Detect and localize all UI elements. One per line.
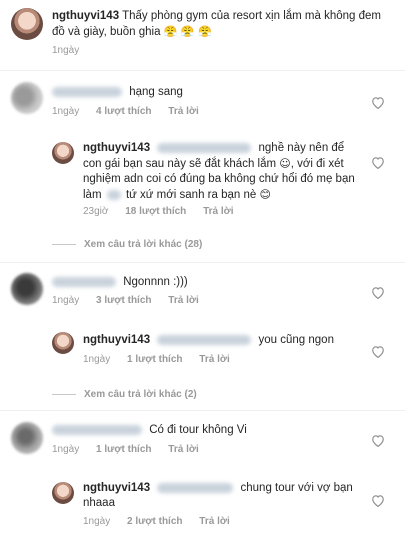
timestamp: 1ngày (83, 354, 111, 365)
comment-text: ngthuyvi143 you cũng ngon (83, 334, 334, 346)
comment-text: hạng sang (52, 85, 352, 100)
reply-button[interactable]: Trả lời (203, 206, 233, 217)
divider (52, 393, 76, 395)
divider (0, 70, 405, 71)
divider (0, 410, 405, 411)
view-more-replies-button[interactable]: Xem câu trả lời khác (28) (52, 239, 202, 250)
divider (52, 243, 76, 245)
avatar[interactable] (52, 142, 74, 164)
comment-meta: 1ngày 4 lượt thích Trả lời (52, 106, 213, 117)
avatar[interactable] (52, 482, 74, 504)
heart-outline-icon[interactable] (371, 494, 385, 507)
avatar[interactable] (11, 8, 43, 40)
heart-outline-icon[interactable] (371, 345, 385, 358)
username[interactable]: ngthuyvi143 (83, 142, 150, 154)
heart-outline-icon[interactable] (371, 156, 385, 169)
blurred-username[interactable] (52, 424, 142, 435)
comment-meta: 1ngày 1 lượt thích Trả lời (52, 444, 213, 455)
blurred-username[interactable] (157, 482, 234, 493)
divider (0, 262, 405, 263)
comment-meta: 23giờ 18 lượt thích Trả lời (83, 206, 248, 217)
comment-text: Có đi tour không Vi (52, 423, 352, 438)
avatar[interactable] (11, 273, 43, 305)
avatar[interactable] (11, 422, 43, 454)
username[interactable]: ngthuyvi143 (83, 482, 150, 494)
heart-outline-icon[interactable] (371, 434, 385, 447)
likes-count[interactable]: 1 lượt thích (96, 444, 151, 455)
timestamp: 1ngày (52, 444, 80, 455)
blurred-username[interactable] (157, 142, 252, 153)
likes-count[interactable]: 4 lượt thích (96, 106, 151, 117)
comment-meta: 1ngày 2 lượt thích Trả lời (83, 516, 244, 527)
avatar[interactable] (52, 332, 74, 354)
heart-outline-icon[interactable] (371, 96, 385, 109)
timestamp: 1ngày (83, 516, 111, 527)
comment-text: Ngonnnn :))) (52, 275, 352, 290)
timestamp: 1ngày (52, 106, 80, 117)
likes-count[interactable]: 2 lượt thích (127, 516, 182, 527)
blurred-username[interactable] (52, 276, 116, 287)
likes-count[interactable]: 18 lượt thích (125, 206, 186, 217)
post-caption: ngthuyvi143 Thấy phòng gym của resort xị… (52, 9, 392, 40)
reply-button[interactable]: Trả lời (168, 444, 198, 455)
comment-meta: 1ngày 1 lượt thích Trả lời (83, 354, 244, 365)
likes-count[interactable]: 3 lượt thích (96, 295, 151, 306)
avatar[interactable] (11, 82, 43, 114)
likes-count[interactable]: 1 lượt thích (127, 354, 182, 365)
comment-text: ngthuyvi143 chung tour với vợ bạn nhaaa (83, 482, 353, 509)
heart-outline-icon[interactable] (371, 286, 385, 299)
blurred-word (106, 189, 121, 200)
blurred-username[interactable] (157, 334, 252, 345)
timestamp: 23giờ (83, 206, 109, 217)
post-meta: 1ngày (52, 45, 93, 56)
reply-button[interactable]: Trả lời (199, 516, 229, 527)
reply-button[interactable]: Trả lời (168, 106, 198, 117)
blurred-username[interactable] (52, 86, 122, 97)
username[interactable]: ngthuyvi143 (52, 10, 119, 22)
view-more-replies-button[interactable]: Xem câu trả lời khác (2) (52, 389, 197, 400)
timestamp: 1ngày (52, 45, 80, 56)
comment-text: ngthuyvi143 nghề này nên để con gái bạn … (83, 142, 355, 201)
reply-button[interactable]: Trả lời (199, 354, 229, 365)
reply-button[interactable]: Trả lời (168, 295, 198, 306)
caption-emoji: 😤 😤 😤 (163, 25, 212, 38)
comment-meta: 1ngày 3 lượt thích Trả lời (52, 295, 213, 306)
timestamp: 1ngày (52, 295, 80, 306)
username[interactable]: ngthuyvi143 (83, 334, 150, 346)
